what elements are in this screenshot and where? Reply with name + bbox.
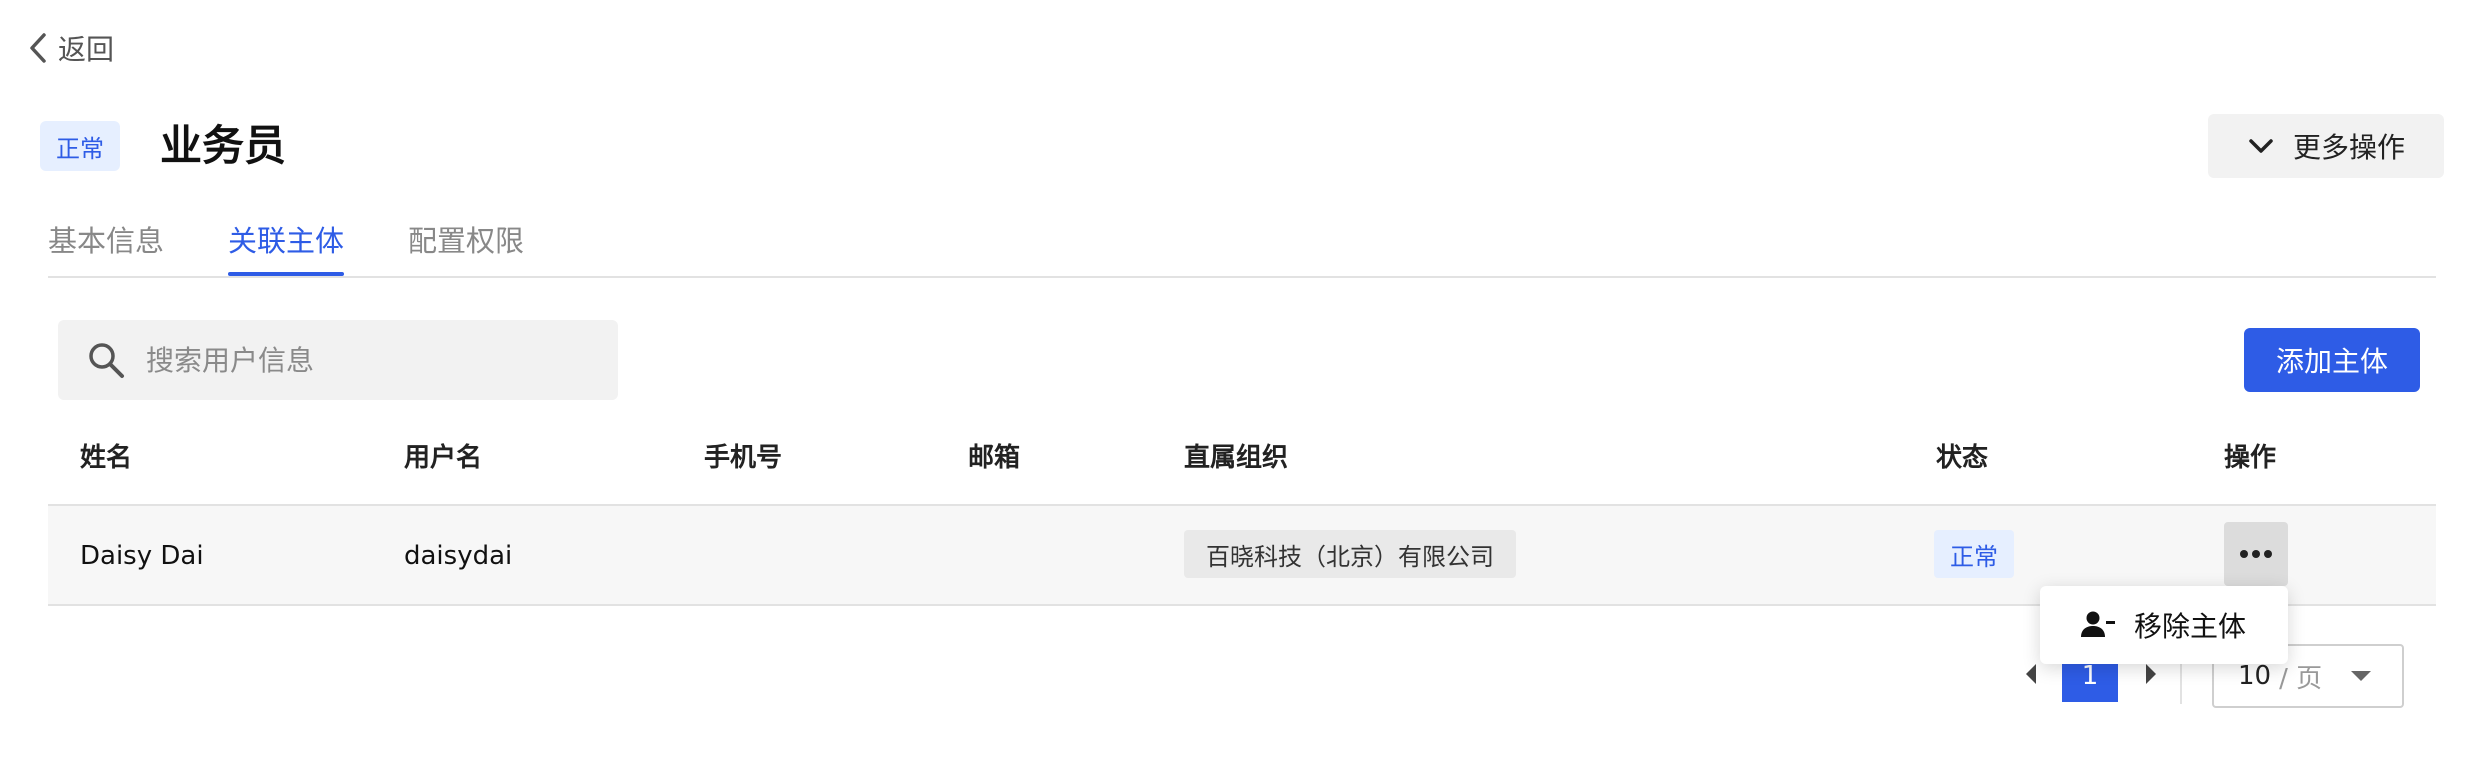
row-actions-button[interactable] xyxy=(2224,522,2288,586)
more-actions-button[interactable]: 更多操作 xyxy=(2208,114,2444,178)
menu-item-remove-entity[interactable]: 移除主体 xyxy=(2040,586,2288,664)
column-header-org: 直属组织 xyxy=(1184,443,1289,473)
back-link[interactable]: 返回 xyxy=(24,28,114,68)
prev-page-icon[interactable] xyxy=(2022,660,2042,688)
page-size-unit: / 页 xyxy=(2279,663,2323,694)
add-entity-button[interactable]: 添加主体 xyxy=(2244,328,2420,392)
tab-bar: 基本信息 关联主体 配置权限 xyxy=(48,216,524,276)
tab-basic-info[interactable]: 基本信息 xyxy=(48,216,164,276)
menu-item-label: 移除主体 xyxy=(2134,610,2247,643)
search-input[interactable] xyxy=(144,342,588,378)
chevron-down-icon xyxy=(2249,139,2273,153)
row-status-badge: 正常 xyxy=(1934,530,2014,578)
chevron-left-icon xyxy=(30,33,46,63)
column-header-status: 状态 xyxy=(1936,443,1989,473)
more-actions-label: 更多操作 xyxy=(2292,131,2405,164)
search-icon xyxy=(89,343,124,378)
page-size-value: 10 xyxy=(2238,661,2272,691)
column-header-phone: 手机号 xyxy=(704,443,783,473)
column-header-name: 姓名 xyxy=(80,443,133,473)
column-header-actions: 操作 xyxy=(2224,443,2277,473)
cell-username: daisydai xyxy=(404,541,513,571)
back-label: 返回 xyxy=(58,33,115,66)
org-tag: 百晓科技（北京）有限公司 xyxy=(1184,530,1516,578)
status-badge: 正常 xyxy=(40,121,120,171)
remove-user-icon xyxy=(2081,611,2115,637)
tab-permissions[interactable]: 配置权限 xyxy=(408,216,524,276)
page-title: 业务员 xyxy=(160,121,287,170)
caret-down-icon xyxy=(2351,671,2372,681)
column-header-email: 邮箱 xyxy=(968,443,1021,473)
cell-name: Daisy Dai xyxy=(80,541,204,571)
more-horizontal-icon xyxy=(2240,550,2272,558)
search-box xyxy=(58,320,618,400)
next-page-icon[interactable] xyxy=(2140,660,2160,688)
column-header-username: 用户名 xyxy=(404,443,483,473)
tabs-divider xyxy=(48,276,2436,278)
tab-linked-entities[interactable]: 关联主体 xyxy=(228,216,345,276)
